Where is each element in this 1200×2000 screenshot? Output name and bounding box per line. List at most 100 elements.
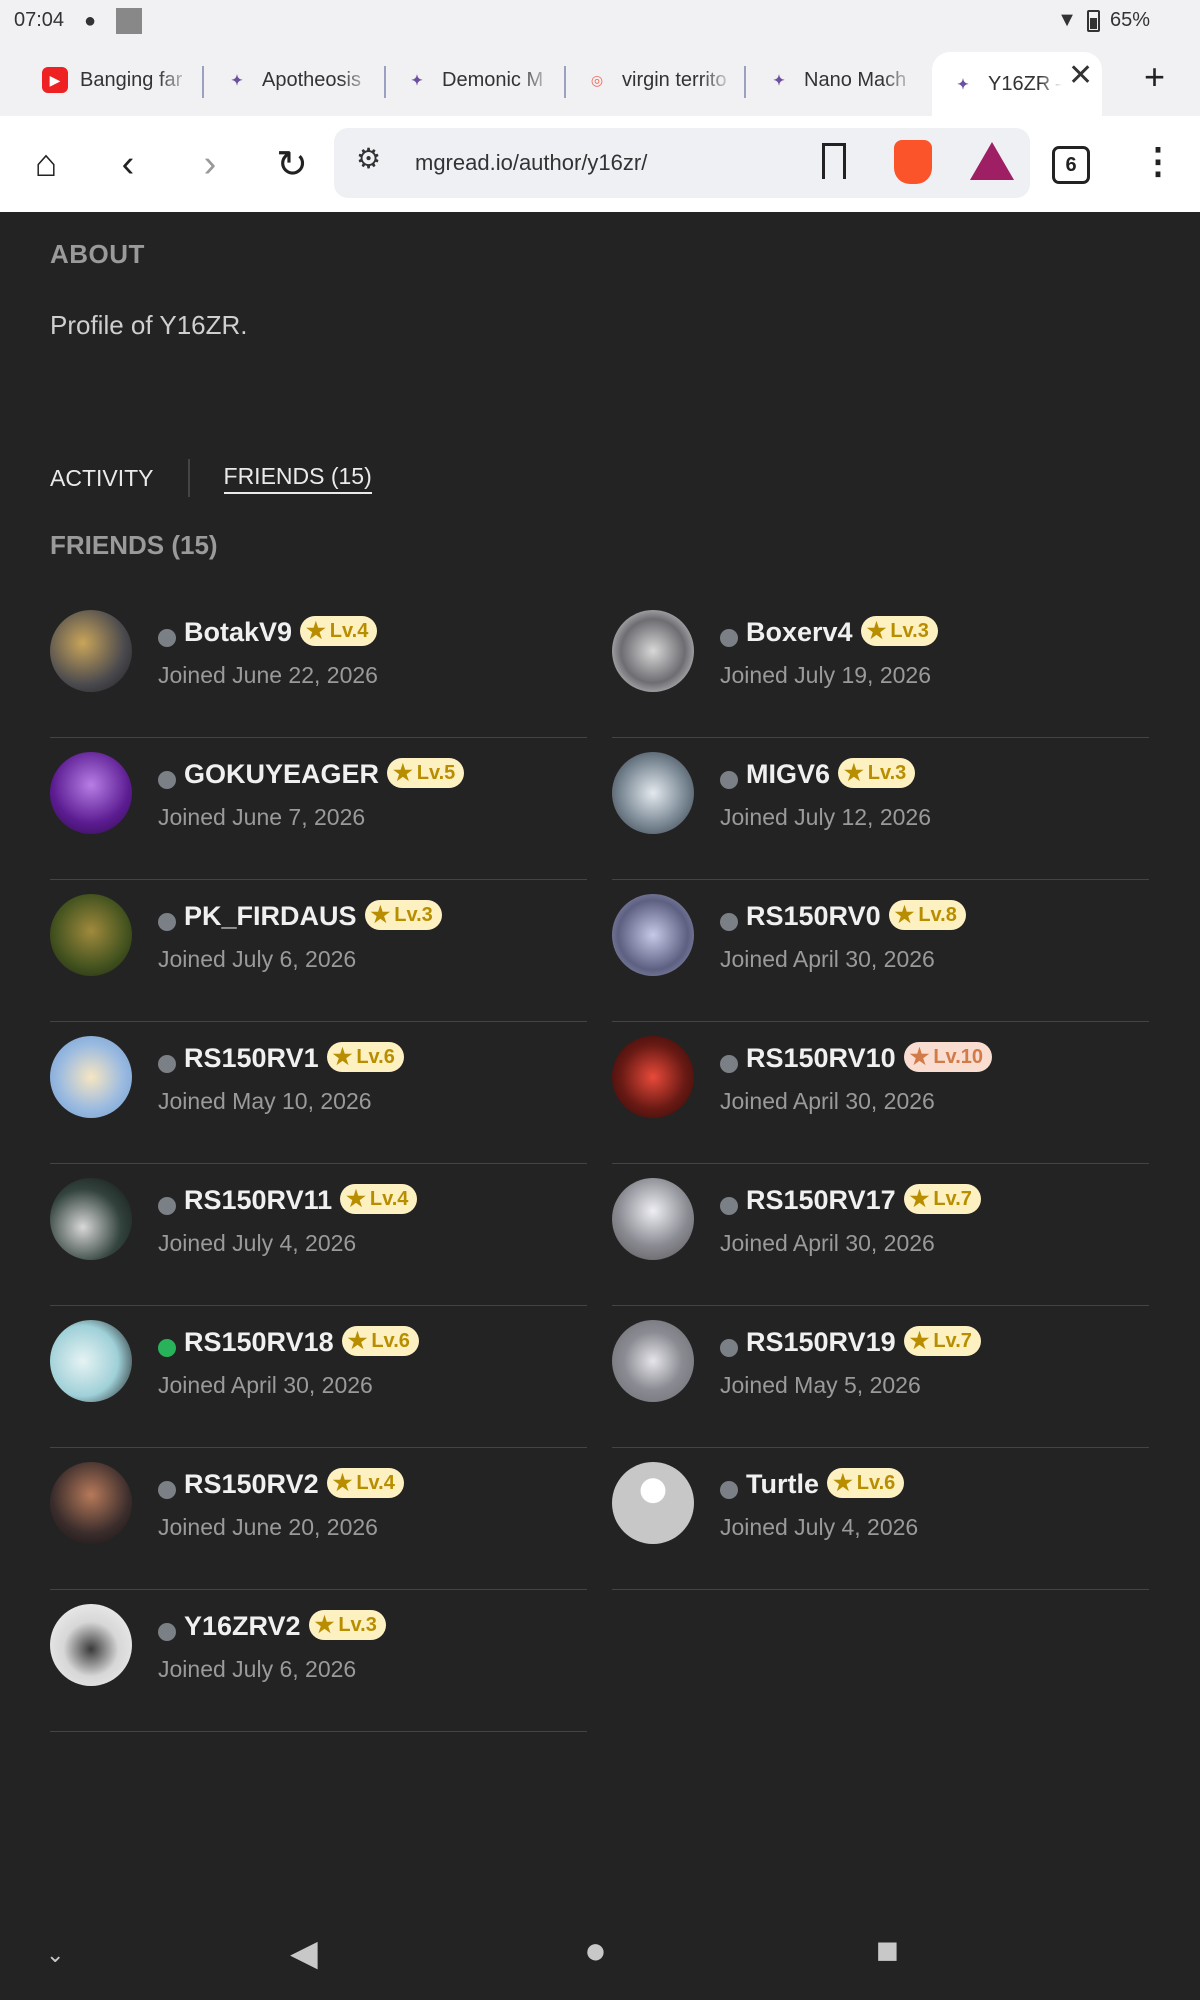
avatar[interactable] <box>612 1178 694 1260</box>
friend-name-text[interactable]: RS150RV2 <box>184 1469 319 1499</box>
friend-name-text[interactable]: RS150RV11 <box>184 1185 332 1215</box>
friend-item[interactable]: GOKUYEAGER ★ Lv.5 Joined June 7, 2026 <box>50 738 587 880</box>
friend-item[interactable]: RS150RV2 ★ Lv.4 Joined June 20, 2026 <box>50 1448 587 1590</box>
friend-name-text[interactable]: RS150RV17 <box>746 1185 896 1215</box>
friend-name[interactable]: RS150RV11 ★ Lv.4 <box>184 1184 418 1216</box>
avatar[interactable] <box>50 1036 132 1118</box>
offline-status-icon <box>720 913 738 931</box>
friend-item[interactable]: RS150RV10 ★ Lv.10 Joined April 30, 2026 <box>612 1022 1149 1164</box>
tab-friends[interactable]: FRIENDS (15) <box>223 463 372 494</box>
home-icon[interactable]: ⌂ <box>18 136 74 192</box>
address-bar[interactable]: ⚙ mgread.io/author/y16zr/ <box>334 128 1030 198</box>
chevron-down-icon[interactable]: ⌄ <box>46 1942 64 1968</box>
friend-name-text[interactable]: BotakV9 <box>184 617 292 647</box>
friend-name-text[interactable]: RS150RV10 <box>746 1043 896 1073</box>
friend-item[interactable]: Boxerv4 ★ Lv.3 Joined July 19, 2026 <box>612 596 1149 738</box>
browser-tab[interactable]: ▶ Banging far <box>42 56 192 104</box>
friend-name[interactable]: GOKUYEAGER ★ Lv.5 <box>184 758 465 790</box>
friend-item[interactable]: RS150RV18 ★ Lv.6 Joined April 30, 2026 <box>50 1306 587 1448</box>
browser-tab[interactable]: ✦ Demonic M <box>404 56 554 104</box>
friend-name[interactable]: RS150RV19 ★ Lv.7 <box>746 1326 981 1358</box>
friend-name-text[interactable]: RS150RV19 <box>746 1327 896 1357</box>
offline-status-icon <box>158 1197 176 1215</box>
avatar[interactable] <box>50 752 132 834</box>
avatar[interactable] <box>50 894 132 976</box>
avatar[interactable] <box>50 1320 132 1402</box>
nav-home-icon[interactable]: ● <box>584 1930 607 1973</box>
new-tab-icon[interactable]: + <box>1144 56 1165 98</box>
friend-name-text[interactable]: Y16ZRV2 <box>184 1611 301 1641</box>
friend-item[interactable]: RS150RV0 ★ Lv.8 Joined April 30, 2026 <box>612 880 1149 1022</box>
level-text: Lv.4 <box>329 619 369 642</box>
level-text: Lv.10 <box>933 1045 984 1068</box>
friend-item[interactable]: RS150RV17 ★ Lv.7 Joined April 30, 2026 <box>612 1164 1149 1306</box>
friend-item[interactable]: MIGV6 ★ Lv.3 Joined July 12, 2026 <box>612 738 1149 880</box>
tab-activity[interactable]: ACTIVITY <box>50 465 154 492</box>
tab-switcher-button[interactable]: 6 <box>1052 146 1090 184</box>
avatar[interactable] <box>50 1178 132 1260</box>
friend-name[interactable]: RS150RV2 ★ Lv.4 <box>184 1468 404 1500</box>
avatar[interactable] <box>612 894 694 976</box>
browser-tab[interactable]: ✦ Nano Mach <box>766 56 916 104</box>
friend-name-text[interactable]: RS150RV18 <box>184 1327 334 1357</box>
offline-status-icon <box>720 629 738 647</box>
friend-name-text[interactable]: Boxerv4 <box>746 617 853 647</box>
brave-rewards-icon[interactable] <box>970 142 1014 180</box>
friend-name[interactable]: RS150RV0 ★ Lv.8 <box>746 900 966 932</box>
friend-name[interactable]: RS150RV17 ★ Lv.7 <box>746 1184 981 1216</box>
browser-tab[interactable]: ◎ virgin territo <box>584 56 734 104</box>
level-badge: ★ Lv.3 <box>838 758 916 788</box>
tab-title: Demonic M <box>442 68 544 91</box>
friend-name[interactable]: PK_FIRDAUS ★ Lv.3 <box>184 900 442 932</box>
friend-name-text[interactable]: GOKUYEAGER <box>184 759 379 789</box>
friend-item[interactable]: BotakV9 ★ Lv.4 Joined June 22, 2026 <box>50 596 587 738</box>
friend-item[interactable]: PK_FIRDAUS ★ Lv.3 Joined July 6, 2026 <box>50 880 587 1022</box>
avatar[interactable] <box>612 610 694 692</box>
offline-status-icon <box>720 1481 738 1499</box>
page-content: ABOUT Profile of Y16ZR. ACTIVITY FRIENDS… <box>0 212 1200 1912</box>
browser-tab[interactable]: ✦ Apotheosis <box>224 56 374 104</box>
site-settings-icon[interactable]: ⚙ <box>356 142 381 175</box>
friend-item[interactable]: RS150RV1 ★ Lv.6 Joined May 10, 2026 <box>50 1022 587 1164</box>
friend-name[interactable]: Turtle ★ Lv.6 <box>746 1468 905 1500</box>
menu-icon[interactable]: ⋮ <box>1140 140 1176 182</box>
friend-item[interactable]: Turtle ★ Lv.6 Joined July 4, 2026 <box>612 1448 1149 1590</box>
friend-name-text[interactable]: MIGV6 <box>746 759 830 789</box>
star-icon: ★ <box>909 1186 930 1211</box>
back-icon[interactable]: ‹ <box>100 136 156 192</box>
forward-icon[interactable]: › <box>182 136 238 192</box>
friend-name[interactable]: MIGV6 ★ Lv.3 <box>746 758 916 790</box>
friend-name-text[interactable]: RS150RV1 <box>184 1043 319 1073</box>
system-nav-bar: ⌄ ◀ ● ■ <box>0 1912 1200 2000</box>
level-text: Lv.7 <box>933 1187 972 1210</box>
joined-date: Joined June 7, 2026 <box>158 804 366 830</box>
friend-name-text[interactable]: Turtle <box>746 1469 819 1499</box>
friend-name-text[interactable]: RS150RV0 <box>746 901 881 931</box>
url-text[interactable]: mgread.io/author/y16zr/ <box>415 150 647 176</box>
nav-back-icon[interactable]: ◀ <box>290 1932 318 1974</box>
friend-item[interactable]: Y16ZRV2 ★ Lv.3 Joined July 6, 2026 <box>50 1590 587 1732</box>
close-tab-icon[interactable]: ✕ <box>1068 58 1093 93</box>
friend-name[interactable]: Y16ZRV2 ★ Lv.3 <box>184 1610 386 1642</box>
avatar[interactable] <box>50 1462 132 1544</box>
reload-icon[interactable]: ↻ <box>264 136 320 192</box>
avatar[interactable] <box>50 610 132 692</box>
friend-name[interactable]: BotakV9 ★ Lv.4 <box>184 616 378 648</box>
friend-name[interactable]: RS150RV18 ★ Lv.6 <box>184 1326 419 1358</box>
friend-name-text[interactable]: PK_FIRDAUS <box>184 901 357 931</box>
avatar[interactable] <box>612 1462 694 1544</box>
brave-shields-icon[interactable] <box>894 140 932 184</box>
nav-recents-icon[interactable]: ■ <box>876 1930 899 1973</box>
friend-name[interactable]: RS150RV1 ★ Lv.6 <box>184 1042 404 1074</box>
friend-item[interactable]: RS150RV19 ★ Lv.7 Joined May 5, 2026 <box>612 1306 1149 1448</box>
friend-item[interactable]: RS150RV11 ★ Lv.4 Joined July 4, 2026 <box>50 1164 587 1306</box>
avatar[interactable] <box>612 1036 694 1118</box>
avatar[interactable] <box>612 1320 694 1402</box>
avatar[interactable] <box>612 752 694 834</box>
level-text: Lv.6 <box>856 1471 896 1494</box>
friend-name[interactable]: Boxerv4 ★ Lv.3 <box>746 616 938 648</box>
avatar[interactable] <box>50 1604 132 1686</box>
friend-name[interactable]: RS150RV10 ★ Lv.10 <box>746 1042 993 1074</box>
bookmark-icon[interactable] <box>822 143 846 179</box>
level-badge: ★ Lv.3 <box>364 900 442 930</box>
